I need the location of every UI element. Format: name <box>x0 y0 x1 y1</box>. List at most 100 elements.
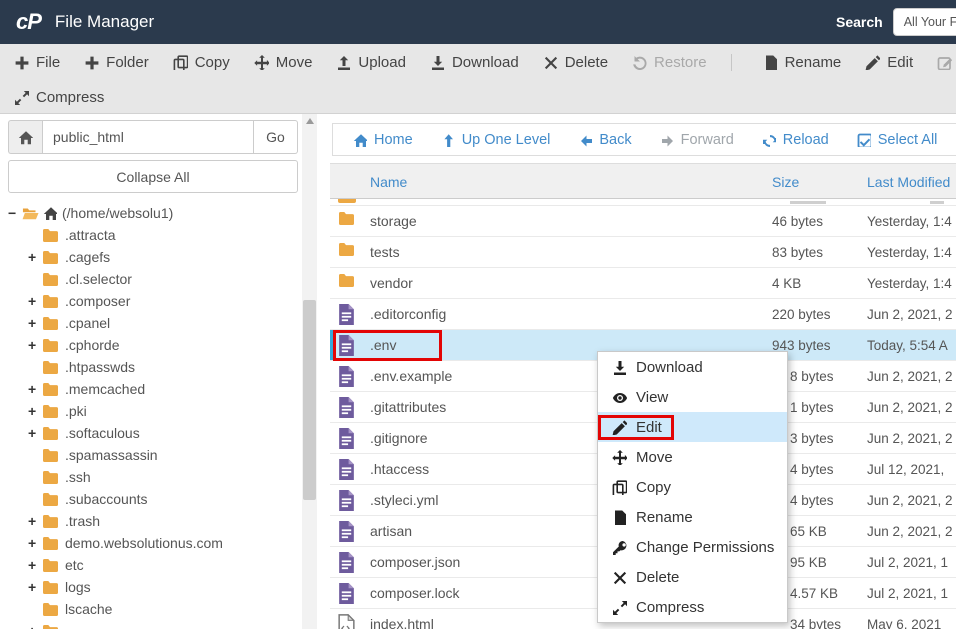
html-editor-button[interactable]: HTML Editor <box>937 54 956 71</box>
nav-select-all[interactable]: Select All <box>857 132 938 148</box>
tree-item-label: .cagefs <box>65 249 110 265</box>
nav-link-label: Reload <box>783 132 829 148</box>
tree-item[interactable]: + .spamassassin <box>8 444 298 466</box>
compress-button[interactable]: Compress <box>14 89 104 106</box>
menu-change-permissions[interactable]: Change Permissions <box>598 532 787 562</box>
menu-move[interactable]: Move <box>598 442 787 472</box>
folder-icon <box>338 273 355 287</box>
upload-button[interactable]: Upload <box>336 54 406 71</box>
tree-item[interactable]: + .pki <box>8 400 298 422</box>
path-input[interactable] <box>42 120 254 154</box>
search-scope-select[interactable]: All Your Files <box>893 8 956 36</box>
table-row[interactable]: vendor 4 KB Yesterday, 1:4 <box>330 268 956 299</box>
file-icon <box>338 335 355 356</box>
tree-item[interactable]: + .attracta <box>8 224 298 246</box>
expand-toggle-icon[interactable]: + <box>28 535 40 551</box>
folder-open-icon <box>22 206 39 220</box>
column-header-size[interactable]: Size <box>772 164 799 200</box>
go-button[interactable]: Go <box>254 120 298 154</box>
context-menu: Download View Edit Move <box>597 351 788 623</box>
expand-toggle-icon[interactable]: + <box>28 623 40 629</box>
tree-item[interactable]: + .cphorde <box>8 334 298 356</box>
rename-button[interactable]: Rename <box>731 54 842 71</box>
nav-reload[interactable]: Reload <box>762 132 829 148</box>
collapse-all-button[interactable]: Collapse All <box>8 160 298 193</box>
expand-toggle-icon[interactable]: + <box>28 337 40 353</box>
tree-item[interactable]: + .cl.selector <box>8 268 298 290</box>
annotation-box: Move <box>598 445 685 470</box>
file-last-modified: Jul 12, 2021, <box>867 454 944 485</box>
tree-items: + .attracta + .cagefs + .cl.selector + <box>8 224 298 629</box>
tree-item[interactable]: + .composer <box>8 290 298 312</box>
menu-copy[interactable]: Copy <box>598 472 787 502</box>
move-button[interactable]: Move <box>254 54 313 71</box>
nav-up-one-level[interactable]: Up One Level <box>441 132 551 148</box>
menu-download[interactable]: Download <box>598 352 787 382</box>
tree-item[interactable]: + .memcached <box>8 378 298 400</box>
file-icon <box>338 428 355 449</box>
new-file-button[interactable]: File <box>14 54 60 71</box>
tree-item[interactable]: + .trash <box>8 510 298 532</box>
file-last-modified: Jun 2, 2021, 2 <box>867 361 953 392</box>
expand-toggle-icon[interactable]: + <box>28 381 40 397</box>
scrollbar-thumb[interactable] <box>303 300 316 500</box>
expand-toggle-icon[interactable]: + <box>28 425 40 441</box>
right-icon <box>660 133 674 147</box>
tree-item[interactable]: + .cpanel <box>8 312 298 334</box>
delete-button[interactable]: Delete <box>543 54 608 71</box>
nav-home[interactable]: Home <box>353 132 413 148</box>
nav-link-label: Select All <box>878 132 938 148</box>
menu-edit[interactable]: Edit <box>598 412 787 442</box>
tree-item[interactable]: + demo.websolutionus.com <box>8 532 298 554</box>
collapse-toggle-icon[interactable]: − <box>8 205 20 221</box>
home-button[interactable] <box>8 120 42 154</box>
sidebar-scrollbar[interactable] <box>302 114 317 629</box>
nav-back[interactable]: Back <box>578 132 631 148</box>
menu-view[interactable]: View <box>598 382 787 412</box>
toolbar-button-label: Move <box>276 54 313 71</box>
tree-item[interactable]: + .subaccounts <box>8 488 298 510</box>
folder-icon <box>42 316 59 330</box>
expand-toggle-icon[interactable]: + <box>28 315 40 331</box>
tree-item-label: .htpasswds <box>65 359 135 375</box>
new-folder-button[interactable]: Folder <box>84 54 149 71</box>
menu-rename[interactable]: Rename <box>598 502 787 532</box>
tree-item[interactable]: + .ssh <box>8 466 298 488</box>
file-last-modified: Yesterday, 1:4 <box>867 237 952 268</box>
table-row[interactable]: tests 83 bytes Yesterday, 1:4 <box>330 237 956 268</box>
toolbar-button-label: File <box>36 54 60 71</box>
file-size: 4 bytes <box>790 454 834 485</box>
tree-item[interactable]: + etc <box>8 554 298 576</box>
menu-delete[interactable]: Delete <box>598 562 787 592</box>
expand-toggle-icon[interactable]: + <box>28 249 40 265</box>
table-row[interactable]: storage 46 bytes Yesterday, 1:4 <box>330 206 956 237</box>
scroll-up-arrow-icon[interactable] <box>306 118 314 124</box>
file-last-modified: Jul 2, 2021, 1 <box>867 547 948 578</box>
download-button[interactable]: Download <box>430 54 519 71</box>
column-header-last-modified[interactable]: Last Modified <box>867 164 950 200</box>
tree-root-home[interactable]: − (/home/websolu1) <box>8 202 298 224</box>
tree-item[interactable]: + logs <box>8 576 298 598</box>
edit-button[interactable]: Edit <box>865 54 913 71</box>
nav-forward[interactable]: Forward <box>660 132 734 148</box>
expand-toggle-icon[interactable]: + <box>28 293 40 309</box>
expand-toggle-icon[interactable]: + <box>28 579 40 595</box>
folder-icon <box>42 404 59 418</box>
tree-item[interactable]: + .htpasswds <box>8 356 298 378</box>
tree-item[interactable]: + lscache <box>8 598 298 620</box>
tree-item[interactable]: + .softaculous <box>8 422 298 444</box>
folder-icon <box>42 558 59 572</box>
uplevel-icon <box>441 133 455 147</box>
table-header: Name Size Last Modified <box>330 163 956 199</box>
table-row[interactable]: .editorconfig 220 bytes Jun 2, 2021, 2 <box>330 299 956 330</box>
column-header-name[interactable]: Name <box>370 164 407 200</box>
expand-toggle-icon[interactable]: + <box>28 513 40 529</box>
menu-compress[interactable]: Compress <box>598 592 787 622</box>
copy-button[interactable]: Copy <box>173 54 230 71</box>
expand-toggle-icon[interactable]: + <box>28 557 40 573</box>
expand-toggle-icon[interactable]: + <box>28 403 40 419</box>
compress-icon <box>14 90 29 105</box>
restore-button[interactable]: Restore <box>632 54 707 71</box>
tree-item[interactable]: + .cagefs <box>8 246 298 268</box>
tree-item[interactable]: + <box>8 620 298 629</box>
